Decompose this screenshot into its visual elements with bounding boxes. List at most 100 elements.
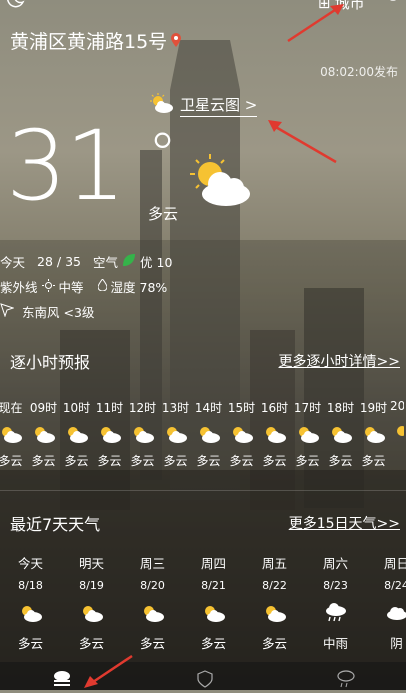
day-condition: 阴 [390,633,403,652]
hour-time: 15时 [228,399,255,416]
daily-title: 最近7天天气 [10,511,100,535]
hour-time: 11时 [96,399,123,416]
hour-time: 16时 [261,399,288,416]
hourly-item: 20 [390,399,404,469]
hourly-item: 19时多云 [357,399,390,469]
hour-condition: 多云 [31,452,55,469]
humidity-value: 湿度 78% [111,277,168,296]
day-condition: 多云 [201,633,226,652]
hour-time: 10时 [63,399,90,416]
partly-cloudy-icon [230,416,254,452]
day-name: 周五 [262,553,287,572]
day-date: 8/20 [140,579,165,592]
daily-item: 明天8/19多云 [61,553,122,652]
hourly-item: 现在多云 [0,399,27,469]
hour-condition: 多云 [196,452,220,469]
hour-condition: 多云 [229,452,253,469]
hourly-header: 逐小时预报 更多逐小时详情>> [0,346,406,376]
air-label: 空气 [93,252,118,271]
location[interactable]: 黄浦区黄浦路15号 [10,27,181,54]
today-label: 今天 [0,252,25,271]
wind-value: 东南风 <3级 [22,302,94,321]
gear-icon[interactable] [382,0,404,12]
hour-time: 17时 [294,399,321,416]
hour-time: 19时 [360,399,387,416]
rain-nav-icon[interactable] [336,669,356,693]
day-name: 周四 [201,553,226,572]
daily-header: 最近7天天气 更多15日天气>> [0,508,406,538]
water-drop-icon [98,279,107,294]
city-button-label: 城市 [335,0,365,13]
day-date: 8/24 [384,579,406,592]
partly-cloudy-icon [329,416,353,452]
partly-cloudy-icon [164,416,188,452]
hourly-item: 15时多云 [225,399,258,469]
day-name: 今天 [18,553,43,572]
day-name: 周三 [140,553,165,572]
partly-cloudy-icon [197,416,221,452]
hourly-item: 17时多云 [291,399,324,469]
uv-humidity: 紫外线 中等 湿度 78% [0,277,167,296]
partly-cloudy-icon [202,595,226,631]
hour-time: 09时 [30,399,57,416]
cloud-nav-icon[interactable] [52,668,72,692]
day-condition: 中雨 [323,633,348,652]
day-name: 周六 [323,553,348,572]
partly-cloudy-icon [362,416,386,452]
wind-info: 东南风 <3级 [0,302,94,321]
partly-cloudy-icon [296,416,320,452]
hour-condition: 多云 [64,452,88,469]
partly-cloudy-icon [141,595,165,631]
day-date: 8/23 [323,579,348,592]
hour-time: 20 [390,399,404,413]
hour-time: 14时 [195,399,222,416]
hourly-list[interactable]: 现在多云 09时多云 10时多云 11时多云 12时多云 13时多云 14时多云… [0,399,406,469]
daily-list[interactable]: 今天8/18多云 明天8/19多云 周三8/20多云 周四8/21多云 周五8/… [0,553,406,652]
daily-more-link[interactable]: 更多15日天气>> [289,513,400,533]
partly-cloudy-icon [19,595,43,631]
hourly-item: 13时多云 [159,399,192,469]
day-name: 周日 [384,553,406,572]
partly-cloudy-icon [0,416,23,452]
hour-time: 18时 [327,399,354,416]
hourly-item: 14时多云 [192,399,225,469]
moon-icon[interactable] [5,0,25,14]
today-range: 28 / 35 [37,254,81,269]
partly-cloudy-icon [32,416,56,452]
daily-item: 周五8/22多云 [244,553,305,652]
partly-cloudy-icon [186,152,252,212]
day-condition: 多云 [79,633,104,652]
city-button[interactable]: ⊞ 城市 [318,0,365,13]
leaf-icon [122,253,136,270]
hour-condition: 多云 [0,452,23,469]
day-name: 明天 [79,553,104,572]
partly-cloudy-icon [98,416,122,452]
annotation-arrow [260,110,350,170]
day-condition: 多云 [140,633,165,652]
overcast-icon [385,595,406,631]
satellite-label: 卫星云图 > [180,94,257,117]
air-value: 优 10 [140,252,172,271]
degree-symbol: ° [148,120,177,188]
partly-cloudy-icon [148,93,174,117]
partly-cloudy-icon [131,416,155,452]
day-condition: 多云 [262,633,287,652]
hour-time: 12时 [129,399,156,416]
sun-icon [390,413,404,449]
divider [0,490,406,491]
current-temperature: 31 [6,118,124,214]
hourly-title: 逐小时预报 [10,349,90,373]
hour-condition: 多云 [361,452,385,469]
hourly-more-link[interactable]: 更多逐小时详情>> [279,351,400,371]
plus-icon: ⊞ [318,0,331,12]
hour-time: 现在 [0,399,23,416]
satellite-link[interactable]: 卫星云图 > [148,93,257,117]
hourly-item: 09时多云 [27,399,60,469]
day-condition: 多云 [18,633,43,652]
location-label: 黄浦区黄浦路15号 [10,27,167,54]
daily-item: 周日 8/24 阴 [366,553,406,652]
today-summary: 今天 28 / 35 空气 优 10 [0,252,172,271]
hour-condition: 多云 [163,452,187,469]
publish-time: 08:02:00发布 [320,63,398,80]
shield-nav-icon[interactable] [196,670,214,692]
